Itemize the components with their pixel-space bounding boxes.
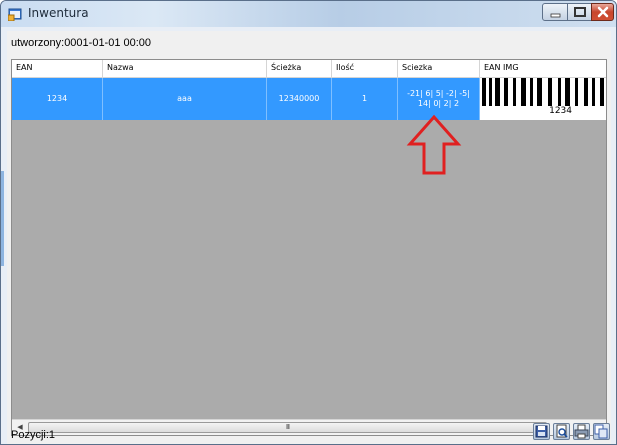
print-preview-button[interactable]	[553, 423, 570, 440]
scrollbar-grip: III	[285, 423, 290, 431]
grid-header: EAN Nazwa Ścieżka Ilość Sciezka EAN IMG	[12, 60, 606, 78]
main-window: Inwentura utworzony:0001-01-01 00:00 EAN…	[0, 0, 617, 445]
item-count-label: Pozycji:1	[11, 429, 56, 441]
window-edge	[1, 171, 4, 266]
maximize-button[interactable]	[567, 3, 592, 21]
cell-sciezka[interactable]: 12340000	[267, 78, 332, 120]
barcode-image	[482, 78, 604, 106]
app-window-icon	[8, 8, 22, 21]
horizontal-scrollbar[interactable]: ◀ III ▶	[12, 419, 606, 435]
column-header-nazwa[interactable]: Nazwa	[103, 60, 267, 77]
minimize-icon	[550, 13, 561, 18]
print-preview-icon	[556, 424, 568, 438]
column-header-ean-img[interactable]: EAN IMG	[480, 60, 606, 77]
close-button[interactable]	[591, 3, 614, 21]
barcode-text: 1234	[549, 106, 572, 116]
red-arrow-annotation	[406, 114, 462, 175]
created-label: utworzony:0001-01-01 00:00	[11, 37, 152, 49]
save-icon	[535, 425, 548, 438]
column-header-ilosc[interactable]: Ilość	[332, 60, 398, 77]
copy-icon	[594, 424, 608, 439]
column-header-sciezka[interactable]: Ścieżka	[267, 60, 332, 77]
cell-nazwa[interactable]: aaa	[103, 78, 267, 120]
cell-ilosc[interactable]: 1	[332, 78, 398, 120]
column-header-sciezka2[interactable]: Sciezka	[398, 60, 480, 77]
copy-button[interactable]	[593, 423, 610, 440]
data-grid[interactable]: EAN Nazwa Ścieżka Ilość Sciezka EAN IMG …	[11, 59, 607, 436]
title-bar[interactable]: Inwentura	[1, 1, 616, 27]
cell-sciezka2-line2: 14| 0| 2| 2	[417, 99, 460, 108]
cell-sciezka2-line1: -21| 6| 5| -2| -5|	[407, 89, 470, 98]
table-row[interactable]: 1234 aaa 12340000 1 -21| 6| 5| -2| -5| 1…	[12, 78, 606, 120]
client-area: utworzony:0001-01-01 00:00 EAN Nazwa Ści…	[7, 31, 611, 444]
column-header-ean[interactable]: EAN	[12, 60, 103, 77]
maximize-icon	[574, 7, 586, 17]
cell-ean-img[interactable]: 1234	[480, 78, 606, 120]
save-button[interactable]	[533, 423, 550, 440]
scrollbar-thumb[interactable]: III	[28, 422, 547, 433]
cell-ean[interactable]: 1234	[12, 78, 103, 120]
close-icon	[597, 6, 609, 18]
window-title: Inwentura	[28, 6, 89, 20]
print-icon	[574, 424, 589, 439]
minimize-button[interactable]	[542, 3, 568, 21]
print-button[interactable]	[573, 423, 590, 440]
